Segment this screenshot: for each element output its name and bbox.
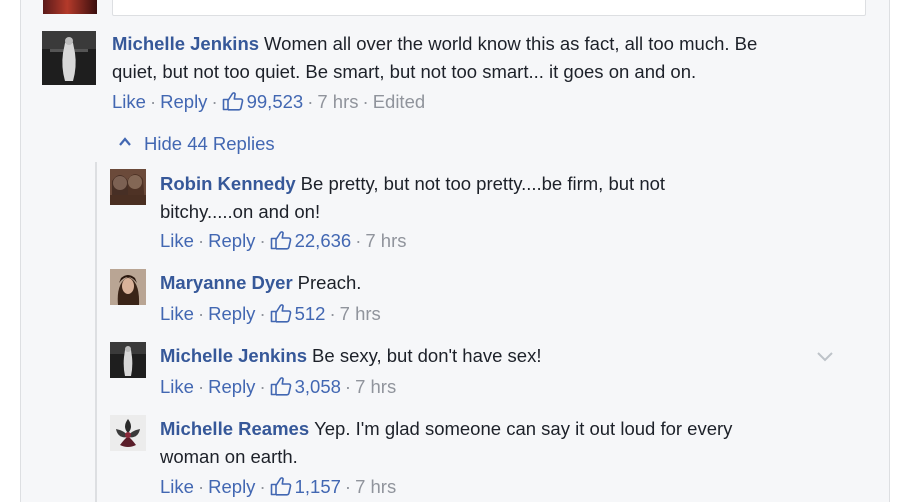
like-link[interactable]: Like	[112, 91, 146, 112]
avatar[interactable]	[42, 31, 96, 85]
timestamp[interactable]: 7 hrs	[317, 91, 358, 112]
like-link[interactable]: Like	[160, 476, 194, 497]
reply-body: Maryanne Dyer Preach.	[160, 269, 820, 297]
timestamp[interactable]: 7 hrs	[355, 376, 396, 397]
comment-text-line2: quiet, but not too quiet. Be smart, but …	[112, 61, 697, 82]
timestamp[interactable]: 7 hrs	[355, 476, 396, 497]
timestamp[interactable]: 7 hrs	[365, 230, 406, 251]
chevron-up-icon	[118, 131, 132, 146]
thumbs-up-icon[interactable]	[222, 91, 244, 111]
reply-author[interactable]: Robin Kennedy	[160, 173, 296, 194]
avatar[interactable]	[110, 169, 146, 205]
reply-actions: Like · Reply · 1,157 · 7 hrs	[160, 476, 397, 497]
like-count[interactable]: 3,058	[295, 376, 341, 397]
reply-author[interactable]: Michelle Jenkins	[160, 345, 307, 366]
edited-label[interactable]: Edited	[373, 91, 425, 112]
avatar[interactable]	[110, 415, 146, 451]
hide-replies-label: Hide 44 Replies	[144, 133, 275, 154]
comment-author[interactable]: Michelle Jenkins	[112, 33, 259, 54]
reply-author[interactable]: Maryanne Dyer	[160, 272, 293, 293]
reply-text-line1: Preach.	[297, 272, 362, 293]
like-link[interactable]: Like	[160, 303, 194, 324]
comment-text-line1: Women all over the world know this as fa…	[264, 33, 758, 54]
reply-actions: Like · Reply · 22,636 · 7 hrs	[160, 230, 407, 251]
reply-body: Michelle Reames Yep. I'm glad someone can…	[160, 415, 840, 471]
like-link[interactable]: Like	[160, 376, 194, 397]
reply-link[interactable]: Reply	[208, 376, 255, 397]
reply-text-line1: Be pretty, but not too pretty....be firm…	[300, 173, 666, 194]
reply-text-line2: woman on earth.	[160, 446, 298, 467]
thumbs-up-icon[interactable]	[270, 376, 292, 396]
thumbs-up-icon[interactable]	[270, 476, 292, 496]
reply-body: Michelle Jenkins Be sexy, but don't have …	[160, 342, 800, 370]
reply-thread-line	[95, 162, 97, 502]
reply-link[interactable]: Reply	[160, 91, 207, 112]
thumbs-up-icon[interactable]	[270, 303, 292, 323]
like-count[interactable]: 512	[295, 303, 326, 324]
comment-body: Michelle Jenkins Women all over the world…	[112, 30, 852, 86]
like-count[interactable]: 22,636	[295, 230, 352, 251]
reply-text-line1: Be sexy, but don't have sex!	[312, 345, 542, 366]
like-count[interactable]: 99,523	[247, 91, 304, 112]
like-count[interactable]: 1,157	[295, 476, 341, 497]
reply-text-line2: bitchy.....on and on!	[160, 201, 321, 222]
thumbs-up-icon[interactable]	[270, 230, 292, 250]
reply-body: Robin Kennedy Be pretty, but not too pret…	[160, 170, 820, 226]
reply-text-line1: Yep. I'm glad someone can say it out lou…	[314, 418, 733, 439]
chevron-down-icon[interactable]	[814, 345, 836, 367]
reply-author[interactable]: Michelle Reames	[160, 418, 309, 439]
like-link[interactable]: Like	[160, 230, 194, 251]
reply-link[interactable]: Reply	[208, 230, 255, 251]
hide-replies-link[interactable]: Hide 44 Replies	[118, 131, 275, 156]
previous-avatar[interactable]	[43, 0, 97, 14]
reply-link[interactable]: Reply	[208, 303, 255, 324]
avatar[interactable]	[110, 342, 146, 378]
reply-actions: Like · Reply · 3,058 · 7 hrs	[160, 376, 397, 397]
timestamp[interactable]: 7 hrs	[340, 303, 381, 324]
reply-actions: Like · Reply · 512 · 7 hrs	[160, 303, 381, 324]
avatar[interactable]	[110, 269, 146, 305]
reply-link[interactable]: Reply	[208, 476, 255, 497]
comment-actions: Like · Reply · 99,523 · 7 hrs · Edited	[112, 91, 426, 112]
previous-comment-box[interactable]	[112, 0, 866, 16]
